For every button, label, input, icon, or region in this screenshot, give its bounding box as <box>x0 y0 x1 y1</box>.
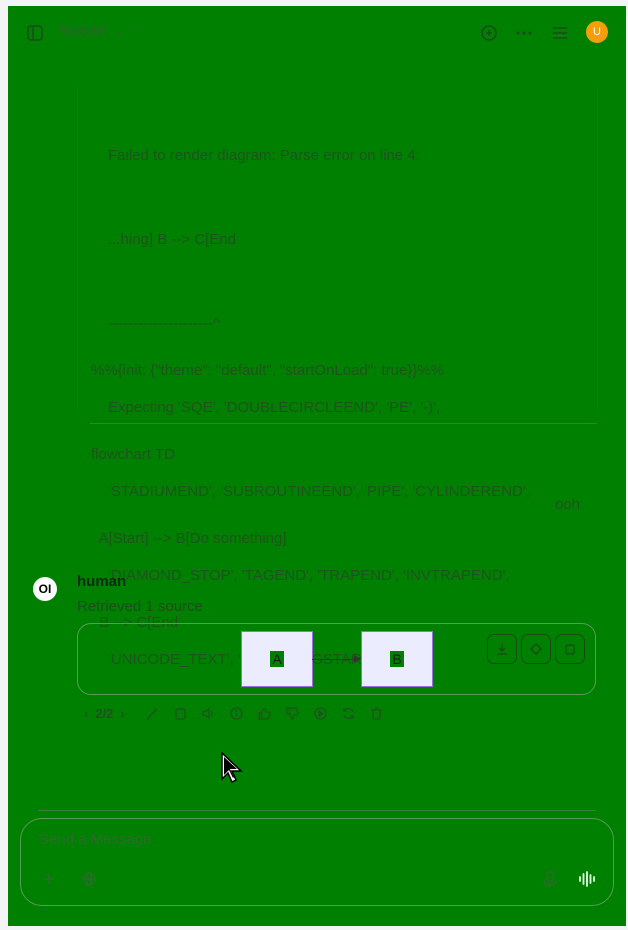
pager-text: 2/2 <box>95 705 114 721</box>
voice-mode-icon[interactable] <box>578 871 596 887</box>
diagram-edge <box>312 655 361 663</box>
delete-icon[interactable] <box>363 706 391 721</box>
code-line: A[Start] --> B[Do something] <box>91 530 287 547</box>
web-search-icon[interactable] <box>81 871 97 887</box>
node-label: B <box>390 651 404 667</box>
copy-button[interactable] <box>555 634 585 664</box>
divider <box>90 423 597 424</box>
code-line: flowchart TD <box>91 446 175 463</box>
chat-app: human ⌄ + U Failed to render diagram: Pa… <box>8 6 626 926</box>
user-avatar[interactable]: U <box>586 21 608 43</box>
sidebar-toggle-icon[interactable] <box>25 23 45 43</box>
thumbs-down-icon[interactable] <box>279 706 307 721</box>
more-icon[interactable] <box>514 23 534 43</box>
sources-toggle[interactable]: Retrieved 1 source <box>77 598 203 615</box>
mouse-cursor-icon <box>220 751 246 790</box>
controls-icon[interactable] <box>550 23 570 43</box>
user-message: ooh <box>554 496 580 513</box>
microphone-icon[interactable] <box>542 871 558 889</box>
regenerate-icon[interactable] <box>335 706 363 721</box>
diagram-card: A B <box>77 623 596 695</box>
error-line: ...hing] B --> C[End <box>108 231 236 248</box>
continue-icon[interactable] <box>307 706 335 721</box>
zoom-button[interactable] <box>521 634 551 664</box>
copy-icon[interactable] <box>167 706 195 721</box>
message-input[interactable]: Send a Message <box>39 831 152 848</box>
input-divider <box>38 810 596 811</box>
error-line: Failed to render diagram: Parse error on… <box>108 147 420 164</box>
message-composer: Send a Message <box>20 818 614 906</box>
model-name: human <box>58 22 107 39</box>
diagram-node-b: B <box>361 631 433 687</box>
read-aloud-icon[interactable] <box>195 706 223 721</box>
assistant-avatar: OI <box>33 577 57 601</box>
response-pager: ‹ 2/2 › <box>84 706 125 721</box>
new-chat-icon[interactable] <box>479 23 499 43</box>
info-icon[interactable] <box>223 706 251 721</box>
chevron-down-icon: ⌄ <box>112 25 123 38</box>
edit-icon[interactable] <box>139 706 167 721</box>
model-selector[interactable]: human ⌄ + <box>58 22 143 40</box>
download-button[interactable] <box>487 634 517 664</box>
chevron-right-icon[interactable]: › <box>120 706 124 721</box>
node-label: A <box>270 651 284 667</box>
thumbs-up-icon[interactable] <box>251 706 279 721</box>
plus-icon[interactable]: + <box>136 25 142 37</box>
code-line: %%{init: {"theme": "default", "startOnLo… <box>91 362 444 379</box>
add-icon[interactable] <box>41 871 57 887</box>
diagram-error-block: Failed to render diagram: Parse error on… <box>77 86 598 668</box>
assistant-name: human <box>77 573 127 590</box>
message-actions: ‹ 2/2 › <box>84 702 391 724</box>
diagram-node-a: A <box>241 631 313 687</box>
chevron-left-icon[interactable]: ‹ <box>84 706 88 721</box>
